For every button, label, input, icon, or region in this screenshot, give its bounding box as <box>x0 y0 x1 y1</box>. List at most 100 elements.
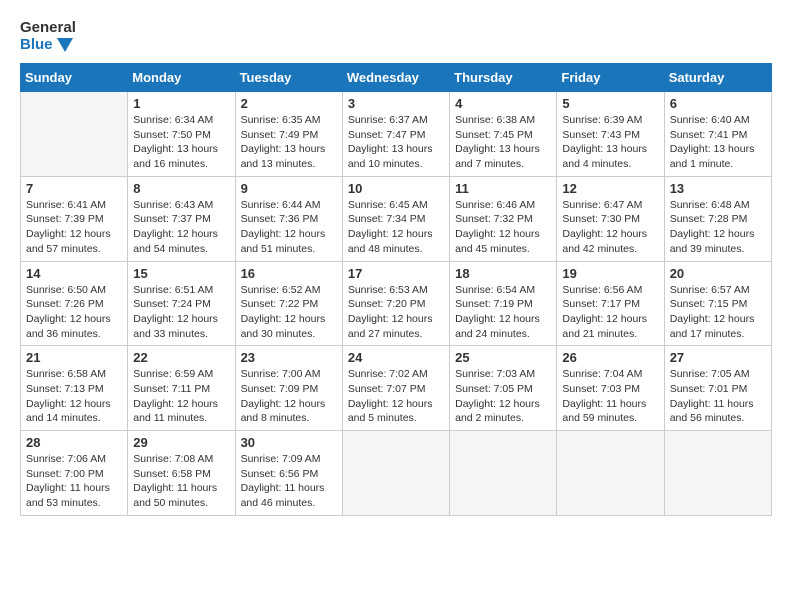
day-number: 9 <box>241 181 337 196</box>
calendar-week-1: 1Sunrise: 6:34 AM Sunset: 7:50 PM Daylig… <box>21 92 772 177</box>
calendar-cell: 19 Sunrise: 6:56 AM Sunset: 7:17 PM Dayli… <box>557 261 664 346</box>
day-info: Sunrise: 7:00 AM Sunset: 7:09 PM Dayligh… <box>241 367 337 426</box>
calendar-cell: 5 Sunrise: 6:39 AM Sunset: 7:43 PM Daylig… <box>557 92 664 177</box>
day-number: 7 <box>26 181 122 196</box>
calendar-cell: 25 Sunrise: 7:03 AM Sunset: 7:05 PM Dayli… <box>450 346 557 431</box>
calendar-cell: 12 Sunrise: 6:47 AM Sunset: 7:30 PM Dayli… <box>557 176 664 261</box>
weekday-header-wednesday: Wednesday <box>342 64 449 92</box>
calendar-week-2: 7 Sunrise: 6:41 AM Sunset: 7:39 PM Daylig… <box>21 176 772 261</box>
calendar-table: SundayMondayTuesdayWednesdayThursdayFrid… <box>20 63 772 516</box>
day-info: Sunrise: 6:39 AM Sunset: 7:43 PM Dayligh… <box>562 113 658 172</box>
day-info: Sunrise: 7:09 AM Sunset: 6:56 PM Dayligh… <box>241 452 337 511</box>
calendar-cell <box>342 431 449 516</box>
day-info: Sunrise: 6:57 AM Sunset: 7:15 PM Dayligh… <box>670 283 766 342</box>
page-header: General Blue <box>20 20 772 53</box>
calendar-cell <box>450 431 557 516</box>
day-info: Sunrise: 6:45 AM Sunset: 7:34 PM Dayligh… <box>348 198 444 257</box>
day-info: Sunrise: 6:35 AM Sunset: 7:49 PM Dayligh… <box>241 113 337 172</box>
day-number: 13 <box>670 181 766 196</box>
day-info: Sunrise: 6:43 AM Sunset: 7:37 PM Dayligh… <box>133 198 229 257</box>
weekday-header-saturday: Saturday <box>664 64 771 92</box>
day-info: Sunrise: 6:40 AM Sunset: 7:41 PM Dayligh… <box>670 113 766 172</box>
day-info: Sunrise: 6:54 AM Sunset: 7:19 PM Dayligh… <box>455 283 551 342</box>
day-info: Sunrise: 6:47 AM Sunset: 7:30 PM Dayligh… <box>562 198 658 257</box>
calendar-week-3: 14 Sunrise: 6:50 AM Sunset: 7:26 PM Dayli… <box>21 261 772 346</box>
day-info: Sunrise: 6:37 AM Sunset: 7:47 PM Dayligh… <box>348 113 444 172</box>
calendar-cell: 13 Sunrise: 6:48 AM Sunset: 7:28 PM Dayli… <box>664 176 771 261</box>
day-info: Sunrise: 6:48 AM Sunset: 7:28 PM Dayligh… <box>670 198 766 257</box>
calendar-cell: 2 Sunrise: 6:35 AM Sunset: 7:49 PM Daylig… <box>235 92 342 177</box>
day-info: Sunrise: 6:52 AM Sunset: 7:22 PM Dayligh… <box>241 283 337 342</box>
day-number: 23 <box>241 350 337 365</box>
day-info: Sunrise: 7:08 AM Sunset: 6:58 PM Dayligh… <box>133 452 229 511</box>
calendar-body: 1Sunrise: 6:34 AM Sunset: 7:50 PM Daylig… <box>21 92 772 516</box>
logo-chevron-icon <box>57 38 73 52</box>
day-info: Sunrise: 6:58 AM Sunset: 7:13 PM Dayligh… <box>26 367 122 426</box>
day-info: Sunrise: 6:59 AM Sunset: 7:11 PM Dayligh… <box>133 367 229 426</box>
calendar-cell: 11Sunrise: 6:46 AM Sunset: 7:32 PM Dayli… <box>450 176 557 261</box>
calendar-cell: 14 Sunrise: 6:50 AM Sunset: 7:26 PM Dayli… <box>21 261 128 346</box>
day-number: 16 <box>241 266 337 281</box>
calendar-cell: 7 Sunrise: 6:41 AM Sunset: 7:39 PM Daylig… <box>21 176 128 261</box>
calendar-cell: 10 Sunrise: 6:45 AM Sunset: 7:34 PM Dayli… <box>342 176 449 261</box>
calendar-cell: 23 Sunrise: 7:00 AM Sunset: 7:09 PM Dayli… <box>235 346 342 431</box>
weekday-header-friday: Friday <box>557 64 664 92</box>
calendar-cell: 30Sunrise: 7:09 AM Sunset: 6:56 PM Dayli… <box>235 431 342 516</box>
weekday-header-sunday: Sunday <box>21 64 128 92</box>
day-info: Sunrise: 6:51 AM Sunset: 7:24 PM Dayligh… <box>133 283 229 342</box>
day-info: Sunrise: 7:02 AM Sunset: 7:07 PM Dayligh… <box>348 367 444 426</box>
calendar-cell: 22 Sunrise: 6:59 AM Sunset: 7:11 PM Dayli… <box>128 346 235 431</box>
calendar-week-5: 28 Sunrise: 7:06 AM Sunset: 7:00 PM Dayli… <box>21 431 772 516</box>
weekday-header-monday: Monday <box>128 64 235 92</box>
calendar-cell <box>21 92 128 177</box>
day-number: 25 <box>455 350 551 365</box>
day-number: 26 <box>562 350 658 365</box>
day-number: 22 <box>133 350 229 365</box>
day-info: Sunrise: 6:41 AM Sunset: 7:39 PM Dayligh… <box>26 198 122 257</box>
calendar-cell: 24 Sunrise: 7:02 AM Sunset: 7:07 PM Dayli… <box>342 346 449 431</box>
day-number: 12 <box>562 181 658 196</box>
day-info: Sunrise: 7:04 AM Sunset: 7:03 PM Dayligh… <box>562 367 658 426</box>
day-number: 18 <box>455 266 551 281</box>
day-info: Sunrise: 6:44 AM Sunset: 7:36 PM Dayligh… <box>241 198 337 257</box>
day-info: Sunrise: 6:46 AM Sunset: 7:32 PM Dayligh… <box>455 198 551 257</box>
day-number: 6 <box>670 96 766 111</box>
calendar-cell: 21 Sunrise: 6:58 AM Sunset: 7:13 PM Dayli… <box>21 346 128 431</box>
day-info: Sunrise: 7:06 AM Sunset: 7:00 PM Dayligh… <box>26 452 122 511</box>
day-number: 8 <box>133 181 229 196</box>
calendar-cell: 20Sunrise: 6:57 AM Sunset: 7:15 PM Dayli… <box>664 261 771 346</box>
calendar-cell <box>557 431 664 516</box>
calendar-cell: 26 Sunrise: 7:04 AM Sunset: 7:03 PM Dayli… <box>557 346 664 431</box>
calendar-cell: 8 Sunrise: 6:43 AM Sunset: 7:37 PM Daylig… <box>128 176 235 261</box>
logo-graphic: General Blue <box>20 20 76 53</box>
day-number: 3 <box>348 96 444 111</box>
day-number: 21 <box>26 350 122 365</box>
weekday-header-tuesday: Tuesday <box>235 64 342 92</box>
day-number: 5 <box>562 96 658 111</box>
calendar-cell: 9 Sunrise: 6:44 AM Sunset: 7:36 PM Daylig… <box>235 176 342 261</box>
day-number: 2 <box>241 96 337 111</box>
day-number: 29 <box>133 435 229 450</box>
day-number: 4 <box>455 96 551 111</box>
day-number: 19 <box>562 266 658 281</box>
day-number: 28 <box>26 435 122 450</box>
day-info: Sunrise: 6:50 AM Sunset: 7:26 PM Dayligh… <box>26 283 122 342</box>
day-info: Sunrise: 6:56 AM Sunset: 7:17 PM Dayligh… <box>562 283 658 342</box>
day-number: 1 <box>133 96 229 111</box>
calendar-header-row: SundayMondayTuesdayWednesdayThursdayFrid… <box>21 64 772 92</box>
calendar-cell: 3 Sunrise: 6:37 AM Sunset: 7:47 PM Daylig… <box>342 92 449 177</box>
calendar-cell <box>664 431 771 516</box>
calendar-cell: 18 Sunrise: 6:54 AM Sunset: 7:19 PM Dayli… <box>450 261 557 346</box>
day-info: Sunrise: 6:53 AM Sunset: 7:20 PM Dayligh… <box>348 283 444 342</box>
day-number: 10 <box>348 181 444 196</box>
calendar-cell: 16 Sunrise: 6:52 AM Sunset: 7:22 PM Dayli… <box>235 261 342 346</box>
weekday-header-thursday: Thursday <box>450 64 557 92</box>
calendar-cell: 29 Sunrise: 7:08 AM Sunset: 6:58 PM Dayli… <box>128 431 235 516</box>
day-number: 14 <box>26 266 122 281</box>
calendar-cell: 28 Sunrise: 7:06 AM Sunset: 7:00 PM Dayli… <box>21 431 128 516</box>
calendar-cell: 15Sunrise: 6:51 AM Sunset: 7:24 PM Dayli… <box>128 261 235 346</box>
day-number: 17 <box>348 266 444 281</box>
day-info: Sunrise: 7:03 AM Sunset: 7:05 PM Dayligh… <box>455 367 551 426</box>
day-info: Sunrise: 6:38 AM Sunset: 7:45 PM Dayligh… <box>455 113 551 172</box>
day-number: 24 <box>348 350 444 365</box>
